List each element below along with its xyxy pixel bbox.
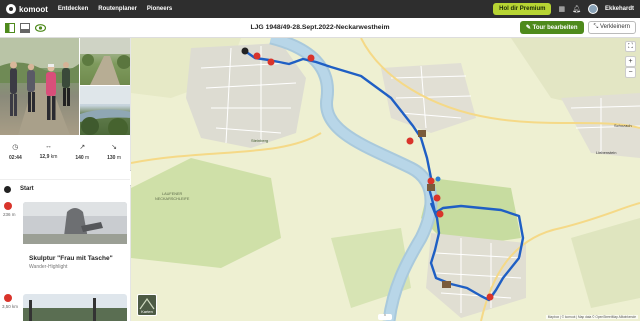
stat-downhill: ↘ 130 m (107, 143, 121, 179)
uphill-icon: ↗ (79, 144, 86, 151)
stat-duration: ◷ 02:44 (9, 143, 22, 179)
duration-value: 02:44 (8, 155, 22, 161)
nav-link-routenplaner[interactable]: Routenplaner (98, 6, 137, 12)
highlight-subtitle: Wander-Highlight (29, 264, 68, 270)
top-navigation-bar: komoot Entdecken Routenplaner Pioneers H… (0, 0, 640, 18)
downhill-value: 130 (107, 155, 116, 161)
tour-photo-hikers[interactable] (0, 38, 79, 135)
edit-tour-label: Tour bearbeiten (532, 25, 578, 31)
highlight-card[interactable] (23, 294, 127, 321)
tour-toolbar: LJG 1948/49-28.Sept.2022-Neckarwestheim … (0, 18, 640, 38)
waypoint-badge (4, 294, 12, 302)
map-layout-icon[interactable] (19, 22, 31, 34)
clock-icon: ◷ (12, 144, 19, 151)
minus-icon: − (628, 69, 633, 76)
eye-icon[interactable] (34, 22, 46, 34)
uphill-unit: m (85, 155, 90, 161)
bottom-drawer-handle[interactable]: ⌃ (378, 314, 392, 320)
map-canvas[interactable]: Steinberg LAUFENER NECKARSCHLEIFE Schoza… (131, 38, 640, 321)
tour-photo-path[interactable] (80, 38, 130, 85)
nav-link-entdecken[interactable]: Entdecken (58, 6, 88, 12)
shrink-button[interactable]: ⤡ Verkleinern (587, 21, 636, 34)
waypoint-distance: 236 m (3, 212, 16, 217)
grid-icon[interactable]: ▦ (558, 5, 565, 13)
highlight-photo-sculpture (23, 202, 127, 244)
start-icon (4, 185, 11, 193)
map-layer-button[interactable]: Karten (137, 294, 157, 316)
photo-gallery[interactable] (0, 38, 130, 135)
user-name[interactable]: Ekkehardt (605, 6, 634, 12)
highlight-card[interactable]: Skulptur "Frau mit Tasche" Wander-Highli… (23, 202, 127, 286)
map-label-schozach: Schozach (614, 123, 632, 128)
downhill-icon: ↘ (111, 144, 117, 151)
shrink-label: Verkleinern (599, 24, 630, 30)
map-label-town: Liebenstein (596, 150, 616, 155)
stat-uphill: ↗ 140 m (75, 143, 89, 179)
distance-unit: km (50, 154, 58, 160)
premium-button[interactable]: Hol dir Premium (493, 3, 552, 15)
tour-photo-river[interactable] (80, 86, 130, 135)
brand-name: komoot (19, 4, 48, 14)
pencil-icon: ✎ (525, 25, 533, 31)
plus-icon: + (628, 58, 633, 65)
downhill-unit: m (116, 155, 122, 161)
zoom-in-button[interactable]: + (625, 56, 636, 67)
itinerary-start[interactable]: Start (0, 181, 130, 197)
waypoint-distance: 3,50 km (2, 304, 19, 309)
start-label: Start (20, 186, 34, 192)
waypoint-badge (4, 202, 12, 210)
nav-link-pioneers[interactable]: Pioneers (147, 6, 172, 12)
fullscreen-icon: ⛶ (628, 42, 633, 50)
map-label-laufener: LAUFENER (162, 192, 183, 196)
komoot-logo[interactable]: komoot (6, 4, 48, 14)
bell-icon[interactable]: 🔔︎ (572, 5, 581, 13)
tour-sidebar: ◷ 02:44 ↔ 12,9 km ↗ 140 m ↘ 130 m Start … (0, 38, 131, 321)
uphill-value: 140 (75, 155, 84, 161)
map-layer-label: Karten (141, 309, 153, 314)
chevron-up-icon: ⌃ (382, 314, 388, 320)
map-attribution[interactable]: Mapbox | © komoot | Map data © OpenStree… (545, 315, 638, 319)
tour-stats: ◷ 02:44 ↔ 12,9 km ↗ 140 m ↘ 130 m (0, 135, 130, 180)
edit-tour-button[interactable]: ✎ Tour bearbeiten (519, 21, 584, 34)
highlight-photo-landscape (23, 294, 127, 321)
map-label-steinberg: Steinberg (251, 138, 268, 143)
highlight-title: Skulptur "Frau mit Tasche" (29, 255, 113, 262)
sidebar-layout-icon[interactable] (4, 22, 16, 34)
fullscreen-button[interactable]: ⛶ (625, 41, 636, 52)
avatar[interactable] (587, 4, 598, 14)
distance-value: 12,9 (39, 154, 50, 160)
stat-distance: ↔ 12,9 km (40, 143, 58, 179)
route-map[interactable]: Steinberg LAUFENER NECKARSCHLEIFE Schoza… (131, 38, 640, 321)
komoot-logo-icon (6, 4, 16, 14)
distance-icon: ↔ (45, 143, 53, 150)
zoom-out-button[interactable]: − (625, 67, 636, 78)
map-label-neckarschleife: NECKARSCHLEIFE (155, 197, 190, 201)
